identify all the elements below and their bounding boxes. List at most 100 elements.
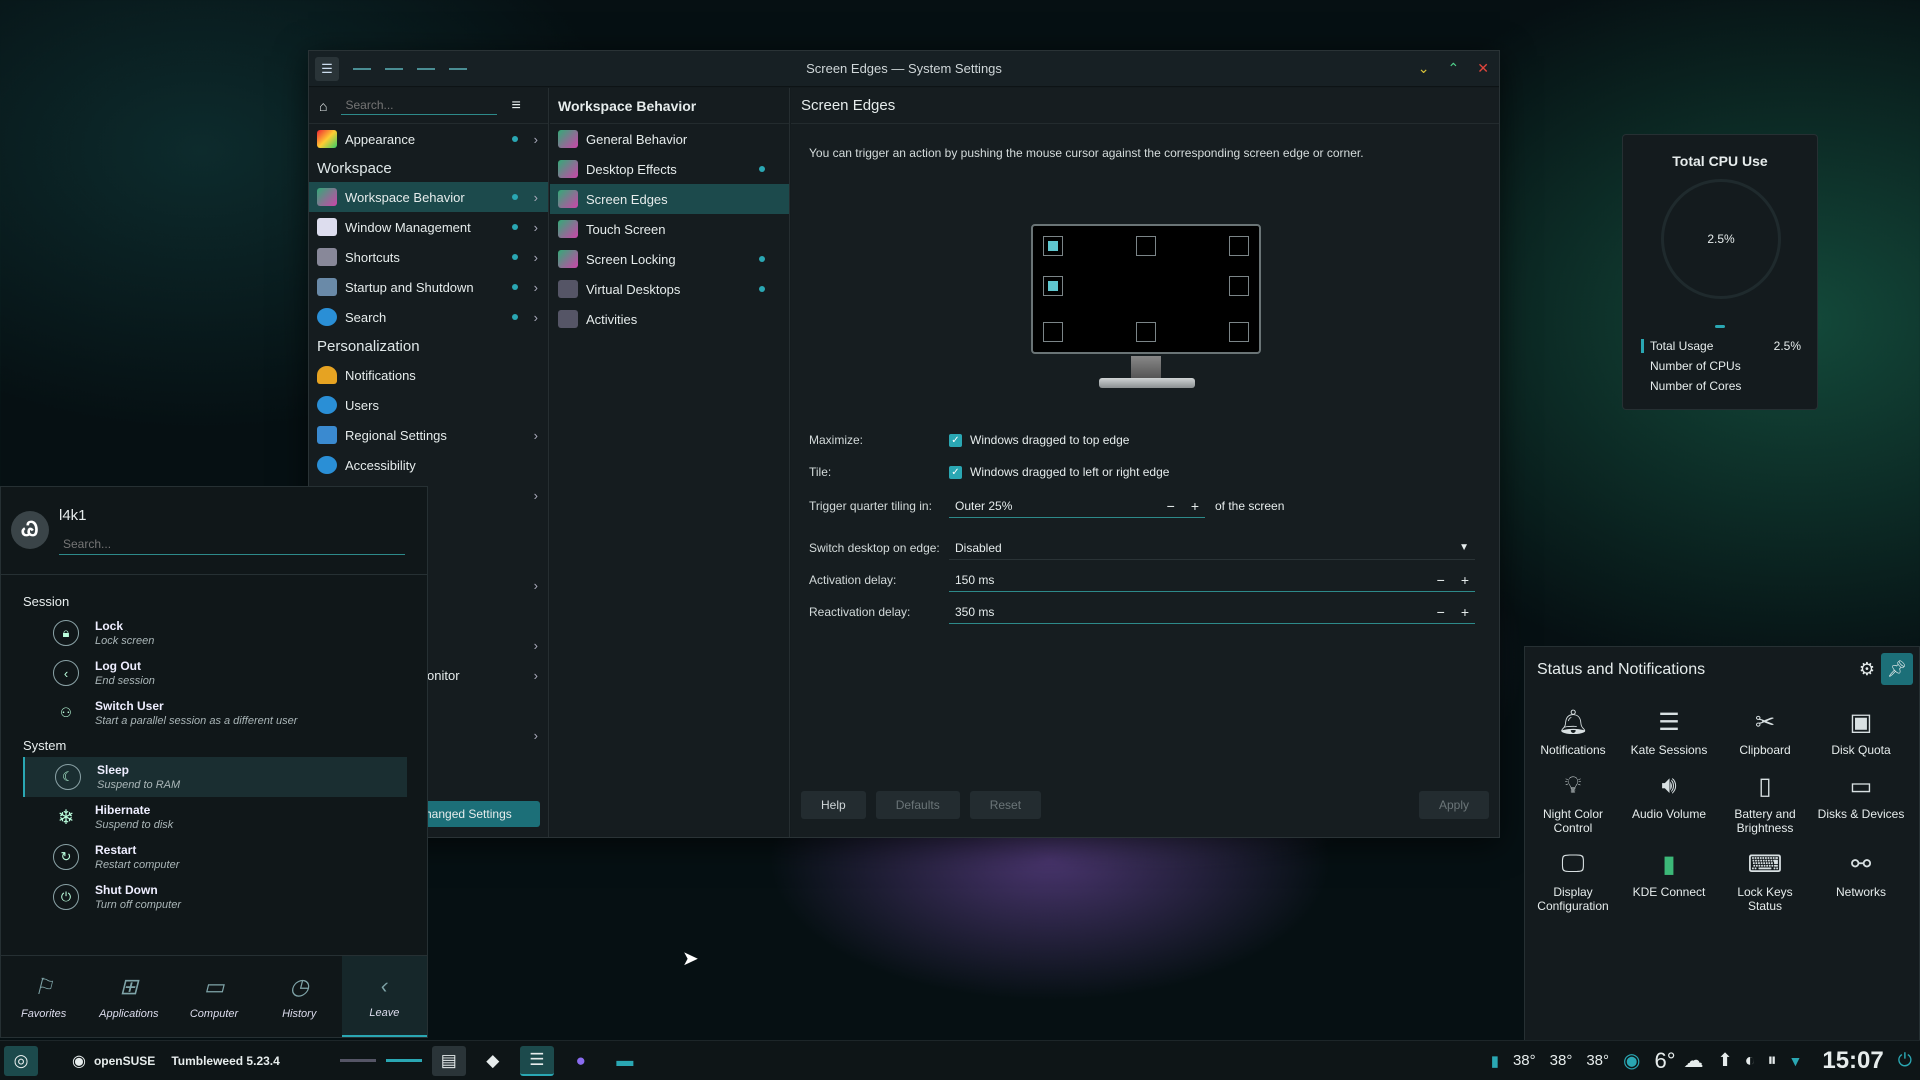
- plus-icon[interactable]: +: [1191, 498, 1199, 514]
- sidebar-item-notifications[interactable]: Notifications: [309, 360, 548, 390]
- maximize-icon[interactable]: ⌃: [1448, 60, 1460, 77]
- apply-button[interactable]: Apply: [1418, 791, 1489, 819]
- sidebar-item-window-management[interactable]: Window Management ›: [309, 212, 548, 242]
- tray-item-kate-sessions[interactable]: ☰ Kate Sessions: [1621, 707, 1717, 758]
- minimize-icon[interactable]: ⌄: [1418, 60, 1430, 77]
- session-section-title: Session: [23, 593, 70, 609]
- tray-expand-icon[interactable]: ▼: [1789, 1053, 1803, 1069]
- cloud-icon[interactable]: ☁: [1684, 1048, 1704, 1073]
- help-button[interactable]: Help: [801, 791, 866, 819]
- tab-computer[interactable]: ▭ Computer: [171, 956, 256, 1037]
- tray-item-audio-volume[interactable]: 🔊︎ Audio Volume: [1621, 771, 1717, 835]
- subnav-item-activities[interactable]: Activities: [550, 304, 789, 334]
- power-icon[interactable]: ⏻: [1898, 1050, 1912, 1071]
- minus-icon[interactable]: −: [1167, 498, 1175, 514]
- usb-icon: ▭: [1849, 772, 1873, 800]
- tray-item-disk-quota[interactable]: ▣ Disk Quota: [1813, 707, 1909, 758]
- cpu-widget[interactable]: Total CPU Use 2.5% Total Usage 2.5% Numbe…: [1622, 134, 1818, 410]
- subnav-item-screen-edges[interactable]: Screen Edges: [550, 184, 789, 214]
- edge-top[interactable]: [1136, 236, 1156, 256]
- tray-item-display-configuration[interactable]: 🖵︎ Display Configuration: [1525, 849, 1621, 913]
- reset-button[interactable]: Reset: [969, 791, 1042, 819]
- pager-desktop-2[interactable]: [385, 1059, 422, 1062]
- hamburger-menu-icon[interactable]: ≡: [511, 97, 520, 115]
- night-color-icon[interactable]: ◐: [1745, 1050, 1756, 1071]
- shutdown-item[interactable]: ⏻ Shut Down Turn off computer: [23, 877, 407, 917]
- weather-temp[interactable]: 6°: [1654, 1048, 1675, 1074]
- sidebar-item-accessibility[interactable]: Accessibility: [309, 450, 548, 480]
- minus-icon[interactable]: −: [1437, 572, 1445, 588]
- launcher-icon[interactable]: ◎: [4, 1045, 38, 1076]
- hibernate-item[interactable]: ❄ Hibernate Suspend to disk: [23, 797, 407, 837]
- reactivation-delay-spinbox[interactable]: 350 ms − +: [949, 600, 1475, 624]
- sleep-item[interactable]: ☾ Sleep Suspend to RAM: [23, 757, 407, 797]
- edge-bottom-right[interactable]: [1229, 322, 1249, 342]
- tray-item-lock-keys[interactable]: ⌨ Lock Keys Status: [1717, 849, 1813, 914]
- sidebar-search-input[interactable]: [341, 96, 498, 115]
- tray-item-battery-brightness[interactable]: ▯ Battery and Brightness: [1717, 771, 1813, 836]
- sidebar-item-regional-settings[interactable]: Regional Settings ›: [309, 420, 548, 450]
- home-icon[interactable]: ⌂: [319, 98, 327, 114]
- plus-icon[interactable]: +: [1461, 604, 1469, 620]
- tray-item-night-color[interactable]: 💡︎ Night Color Control: [1525, 771, 1621, 835]
- restart-item[interactable]: ↻ Restart Restart computer: [23, 837, 407, 877]
- pin-icon[interactable]: 📌︎: [1881, 653, 1913, 685]
- lock-item[interactable]: 🔒︎ Lock Lock screen: [23, 613, 407, 653]
- sidebar-item-appearance[interactable]: Appearance ›: [309, 124, 548, 154]
- subnav-item-screen-locking[interactable]: Screen Locking: [550, 244, 789, 274]
- quarter-tiling-spinbox[interactable]: Outer 25% − +: [949, 494, 1205, 518]
- sidebar-item-workspace-behavior[interactable]: Workspace Behavior ›: [309, 182, 548, 212]
- opensuse-tray-icon[interactable]: ◉: [1623, 1048, 1640, 1073]
- tab-leave[interactable]: ‹ Leave: [341, 956, 428, 1037]
- activation-delay-spinbox[interactable]: 150 ms − +: [949, 568, 1475, 592]
- subnav-item-virtual-desktops[interactable]: Virtual Desktops: [550, 274, 789, 304]
- tab-favorites[interactable]: ⚐ Favorites: [1, 956, 86, 1037]
- tray-item-networks[interactable]: ⚯ Networks: [1813, 849, 1909, 913]
- update-icon[interactable]: ⬆: [1718, 1050, 1733, 1071]
- tray-item-kde-connect[interactable]: ▮ KDE Connect: [1621, 849, 1717, 913]
- tab-history[interactable]: ◷ History: [257, 956, 342, 1037]
- switch-user-item[interactable]: ⚇ Switch User Start a parallel session as …: [23, 693, 407, 733]
- subnav-item-desktop-effects[interactable]: Desktop Effects: [550, 154, 789, 184]
- system-settings-task-icon[interactable]: ☰: [519, 1045, 554, 1076]
- dolphin-task-icon[interactable]: ▬: [608, 1046, 642, 1076]
- sidebar-item-users[interactable]: Users: [309, 390, 548, 420]
- plus-icon[interactable]: +: [1461, 572, 1469, 588]
- defaults-button[interactable]: Defaults: [875, 791, 960, 819]
- window-title: Screen Edges — System Settings: [806, 61, 1002, 76]
- configure-icon[interactable]: ⚙: [1859, 659, 1875, 680]
- edge-left[interactable]: [1043, 276, 1063, 296]
- firefox-task-icon[interactable]: ●: [564, 1046, 598, 1076]
- cpu-row-cpus: Number of CPUs: [1650, 359, 1741, 373]
- minus-icon[interactable]: −: [1437, 604, 1445, 620]
- sidebar-item-startup-shutdown[interactable]: Startup and Shutdown ›: [309, 272, 548, 302]
- launcher-search-input[interactable]: [59, 533, 405, 555]
- kate-task-icon[interactable]: ◆: [476, 1046, 510, 1076]
- edge-top-right[interactable]: [1229, 236, 1249, 256]
- subnav-item-general-behavior[interactable]: General Behavior: [550, 124, 789, 154]
- logout-item[interactable]: ‹ Log Out End session: [23, 653, 407, 693]
- tray-item-disks-devices[interactable]: ▭ Disks & Devices: [1813, 771, 1909, 835]
- pager-desktop-1[interactable]: [339, 1059, 376, 1062]
- edge-top-left[interactable]: [1043, 236, 1063, 256]
- tab-applications[interactable]: ⊞ Applications: [86, 956, 171, 1037]
- subnav-item-touch-screen[interactable]: Touch Screen: [550, 214, 789, 244]
- edge-right[interactable]: [1229, 276, 1249, 296]
- activities-icon: [558, 310, 578, 328]
- sidebar-item-search[interactable]: Search ›: [309, 302, 548, 332]
- maximize-checkbox[interactable]: ✓: [949, 433, 962, 447]
- sidebar-item-shortcuts[interactable]: Shortcuts ›: [309, 242, 548, 272]
- tray-item-notifications[interactable]: 🔔︎ Notifications: [1525, 707, 1621, 758]
- tray-item-clipboard[interactable]: ✂ Clipboard: [1717, 707, 1813, 758]
- clock[interactable]: 15:07: [1822, 1047, 1883, 1075]
- close-icon[interactable]: ✕: [1477, 60, 1489, 77]
- media-pause-icon[interactable]: ⏸: [1768, 1050, 1777, 1071]
- cpu-title: Total CPU Use: [1672, 153, 1768, 169]
- desktop-pager-icon[interactable]: ▤: [431, 1045, 466, 1076]
- edge-bottom[interactable]: [1136, 322, 1156, 342]
- switch-desktop-dropdown[interactable]: Disabled ▼: [949, 536, 1475, 560]
- edge-bottom-left[interactable]: [1043, 322, 1063, 342]
- temp-3: 38°: [1586, 1052, 1610, 1069]
- tile-checkbox[interactable]: ✓: [949, 465, 962, 479]
- avatar[interactable]: Ꮚ: [11, 511, 49, 549]
